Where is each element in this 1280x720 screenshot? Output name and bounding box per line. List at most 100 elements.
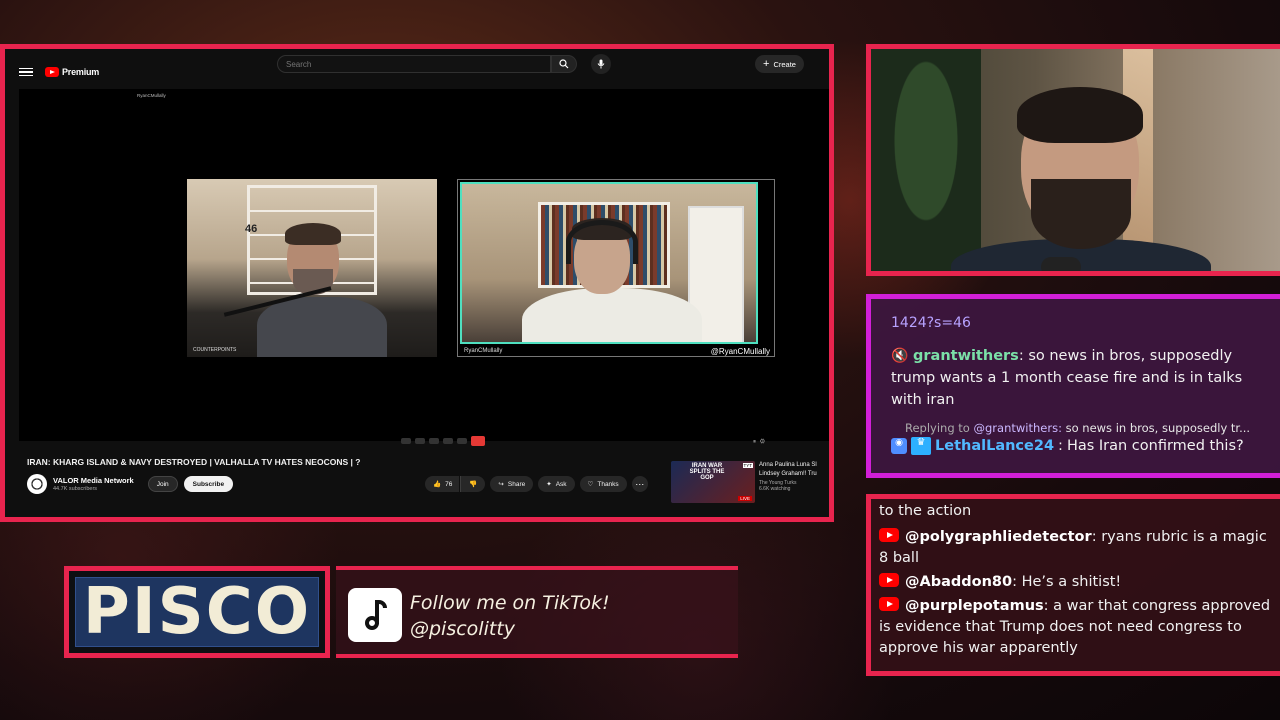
- tiktok-banner: Follow me on TikTok! @piscolitty: [336, 566, 738, 658]
- control-icon[interactable]: [415, 438, 425, 444]
- channel-logo: TYT: [742, 463, 753, 468]
- sparkle-icon: ✦: [546, 481, 552, 488]
- control-icon[interactable]: [443, 438, 453, 444]
- search-button[interactable]: [551, 55, 577, 73]
- more-icon[interactable]: ⋯: [631, 476, 648, 492]
- left-pane-tag: COUNTERPOINTS: [193, 347, 237, 353]
- reply-user: @grantwithers:: [973, 421, 1062, 435]
- thumbs-up-icon: 👍: [433, 481, 442, 488]
- crown-badge-icon: ♛: [911, 437, 931, 455]
- thanks-button[interactable]: ♡ Thanks: [579, 476, 627, 492]
- youtube-brand-label: Premium: [62, 67, 100, 77]
- thumbnail-text: IRAN WAR SPLITS THE GOP: [689, 463, 725, 481]
- channel-row: VALOR Media Network 44.7K subscribers Jo…: [27, 474, 234, 494]
- thumbs-down-icon: 👎: [469, 481, 478, 488]
- chat-panel-top: 1424?s=46 🔇 grantwithers: so news in bros…: [866, 294, 1280, 478]
- streamer-beard: [1031, 179, 1131, 249]
- chat-list: @polygraphliedetector: ryans rubric is a…: [879, 527, 1275, 662]
- right-pane-handle: @RyanCMullally: [710, 347, 770, 356]
- chat-text: to the action: [879, 503, 972, 519]
- streamer-name-plate: PISCO: [64, 566, 330, 658]
- create-button[interactable]: + Create: [755, 55, 804, 73]
- youtube-window: Premium + Create RyanCMullally 46 COUNTE…: [0, 44, 834, 522]
- recommended-video[interactable]: IRAN WAR SPLITS THE GOP TYT LIVE Anna Pa…: [671, 461, 831, 503]
- heart-dollar-icon: ♡: [587, 481, 594, 488]
- video-left-guest-pane: 46 COUNTERPOINTS: [187, 179, 437, 357]
- headset: [566, 220, 638, 264]
- shelf-number: 46: [245, 223, 258, 235]
- chevron-up-icon[interactable]: [471, 436, 485, 446]
- right-pane-tag: RyanCMullally: [464, 348, 503, 354]
- like-button[interactable]: 👍 76: [425, 476, 460, 492]
- join-button[interactable]: Join: [147, 476, 178, 492]
- microphone-icon: [597, 59, 605, 69]
- microphone: [1041, 257, 1081, 271]
- recommended-title[interactable]: Lindsey Graham!! Tru: [759, 470, 831, 479]
- video-title: IRAN: KHARG ISLAND & NAVY DESTROYED | VA…: [27, 457, 361, 467]
- reply-text: so news in bros, supposedly tr...: [1065, 421, 1251, 435]
- chat-url-fragment: 1424?s=46: [891, 315, 971, 331]
- player-settings-icon[interactable]: ⏸⚙: [753, 439, 769, 446]
- chat-message: @Abaddon80: He’s a shitist!: [879, 572, 1275, 593]
- search-icon: [559, 59, 569, 69]
- chat-text: He’s a shitist!: [1021, 574, 1122, 590]
- channel-name[interactable]: VALOR Media Network: [53, 476, 134, 485]
- live-badge: LIVE: [738, 496, 752, 501]
- youtube-icon: [879, 573, 899, 587]
- youtube-play-icon: [45, 67, 59, 77]
- reply-context: Replying to @grantwithers: so news in br…: [905, 421, 1250, 435]
- reply-prefix: Replying to: [905, 421, 970, 435]
- chat-message: @polygraphliedetector: ryans rubric is a…: [879, 528, 1267, 566]
- video-actions: 👍 76 👎 ↪ Share ✦ Ask ♡ Thanks ⋯: [425, 476, 648, 492]
- youtube-icon: [879, 528, 899, 542]
- video-player[interactable]: RyanCMullally 46 COUNTERPOINTS RyanCMull…: [19, 89, 829, 446]
- speaker-muted-icon: 🔇: [891, 348, 909, 364]
- share-button[interactable]: ↪ Share: [490, 476, 534, 492]
- youtube-logo[interactable]: Premium: [45, 67, 99, 77]
- voice-search-button[interactable]: [591, 54, 611, 74]
- tiktok-icon: [348, 588, 402, 642]
- control-icon[interactable]: [429, 438, 439, 444]
- search-input[interactable]: [277, 55, 551, 73]
- create-label: Create: [773, 59, 796, 69]
- chat-username: @Abaddon80: [905, 574, 1013, 590]
- ask-label: Ask: [555, 480, 567, 488]
- thanks-label: Thanks: [597, 480, 619, 488]
- plus-icon: +: [763, 57, 770, 70]
- tiktok-cta: Follow me on TikTok!: [410, 592, 610, 614]
- video-watermark: RyanCMullally: [137, 93, 166, 98]
- chat-text: Has Iran confirmed this?: [1066, 438, 1244, 454]
- control-icon[interactable]: [401, 438, 411, 444]
- tiktok-handle: @piscolitty: [410, 618, 516, 640]
- subscribe-button[interactable]: Subscribe: [183, 476, 234, 492]
- share-icon: ↪: [498, 481, 504, 488]
- recommended-viewers: 6.6K watching: [759, 486, 791, 493]
- webcam-feed: [866, 44, 1280, 276]
- chat-message: 🔇 grantwithers: so news in bros, supposed…: [891, 345, 1261, 411]
- streamer-name: PISCO: [82, 575, 312, 649]
- dislike-button[interactable]: 👎: [460, 476, 486, 492]
- discord-icon: ◉: [891, 438, 907, 454]
- control-icon[interactable]: [457, 438, 467, 444]
- player-controls[interactable]: [401, 436, 485, 446]
- share-label: Share: [507, 480, 526, 488]
- plant: [871, 49, 981, 271]
- chat-panel-bottom: to the action @polygraphliedetector: rya…: [866, 494, 1280, 676]
- chat-message: @purplepotamus: a war that congress appr…: [879, 597, 1271, 656]
- channel-avatar[interactable]: [27, 474, 47, 494]
- recommended-thumbnail[interactable]: IRAN WAR SPLITS THE GOP TYT LIVE: [671, 461, 755, 503]
- like-count: 76: [445, 480, 453, 488]
- recommended-title[interactable]: Anna Paulina Luna Sl: [759, 461, 831, 470]
- chat-username: @polygraphliedetector: [905, 529, 1092, 545]
- chat-username: LethalLance24: [935, 438, 1055, 454]
- youtube-icon: [879, 597, 899, 611]
- chat-message: ◉ ♛ LethalLance24: Has Iran confirmed th…: [891, 437, 1244, 455]
- menu-icon[interactable]: [19, 67, 33, 77]
- chat-username: @purplepotamus: [905, 598, 1044, 614]
- chat-accent-bar: [871, 494, 1280, 499]
- ask-button[interactable]: ✦ Ask: [538, 476, 575, 492]
- subscriber-count: 44.7K subscribers: [53, 486, 98, 492]
- video-right-guest-pane: RyanCMullally @RyanCMullally: [457, 179, 775, 357]
- chat-username: grantwithers: [913, 348, 1019, 364]
- streamer-hair: [1017, 87, 1143, 143]
